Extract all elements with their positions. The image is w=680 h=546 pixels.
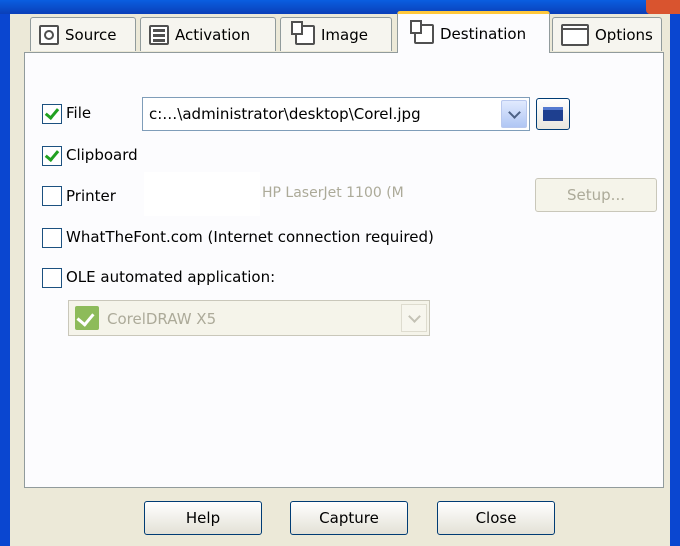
ole-application-value: CorelDRAW X5: [107, 310, 217, 328]
printer-select-area: [144, 172, 260, 216]
window-titlebar[interactable]: [0, 0, 680, 14]
tab-activation-label: Activation: [175, 25, 251, 44]
tab-destination-label: Destination: [440, 24, 527, 43]
tab-options[interactable]: Options: [552, 17, 662, 51]
options-icon: [561, 23, 589, 46]
chevron-down-icon: [508, 106, 521, 119]
printer-setup-button[interactable]: Setup...: [535, 178, 657, 212]
tab-activation[interactable]: Activation: [140, 17, 276, 51]
file-path-dropdown-button[interactable]: [501, 100, 527, 128]
window-frame-right: [670, 14, 680, 546]
image-icon: [291, 20, 315, 45]
close-button[interactable]: Close: [437, 501, 555, 535]
destination-icon: [410, 19, 434, 44]
source-icon: [39, 24, 59, 45]
printer-label: Printer: [66, 187, 116, 205]
help-button[interactable]: Help: [144, 501, 262, 535]
tab-image-label: Image: [321, 25, 368, 44]
ole-checkbox[interactable]: [42, 268, 62, 288]
coreldraw-icon: [75, 306, 99, 330]
activation-icon: [149, 24, 169, 45]
folder-icon: [543, 107, 563, 121]
file-label: File: [66, 104, 92, 122]
capture-button[interactable]: Capture: [290, 501, 408, 535]
file-checkbox[interactable]: [42, 104, 62, 124]
window-close-icon[interactable]: [646, 0, 680, 14]
ole-application-combo: CorelDRAW X5: [68, 300, 430, 336]
whatthefont-checkbox[interactable]: [42, 228, 62, 248]
file-path-value: c:…\administrator\desktop\Corel.jpg: [149, 105, 421, 123]
printer-checkbox[interactable]: [42, 186, 62, 206]
tab-source[interactable]: Source: [30, 17, 136, 51]
ole-label: OLE automated application:: [66, 268, 276, 286]
tab-destination[interactable]: Destination: [397, 11, 550, 53]
window-frame-left: [0, 14, 10, 546]
chevron-down-icon: [408, 310, 421, 323]
whatthefont-label: WhatTheFont.com (Internet connection req…: [66, 228, 434, 246]
ole-dropdown-button: [401, 304, 427, 332]
tab-image[interactable]: Image: [280, 17, 392, 51]
clipboard-label: Clipboard: [66, 146, 138, 164]
tab-options-label: Options: [595, 25, 653, 44]
printer-name: HP LaserJet 1100 (M: [262, 185, 404, 201]
file-path-combo[interactable]: c:…\administrator\desktop\Corel.jpg: [142, 97, 530, 131]
browse-folder-button[interactable]: [536, 98, 570, 130]
tab-source-label: Source: [65, 25, 117, 44]
clipboard-checkbox[interactable]: [42, 146, 62, 166]
